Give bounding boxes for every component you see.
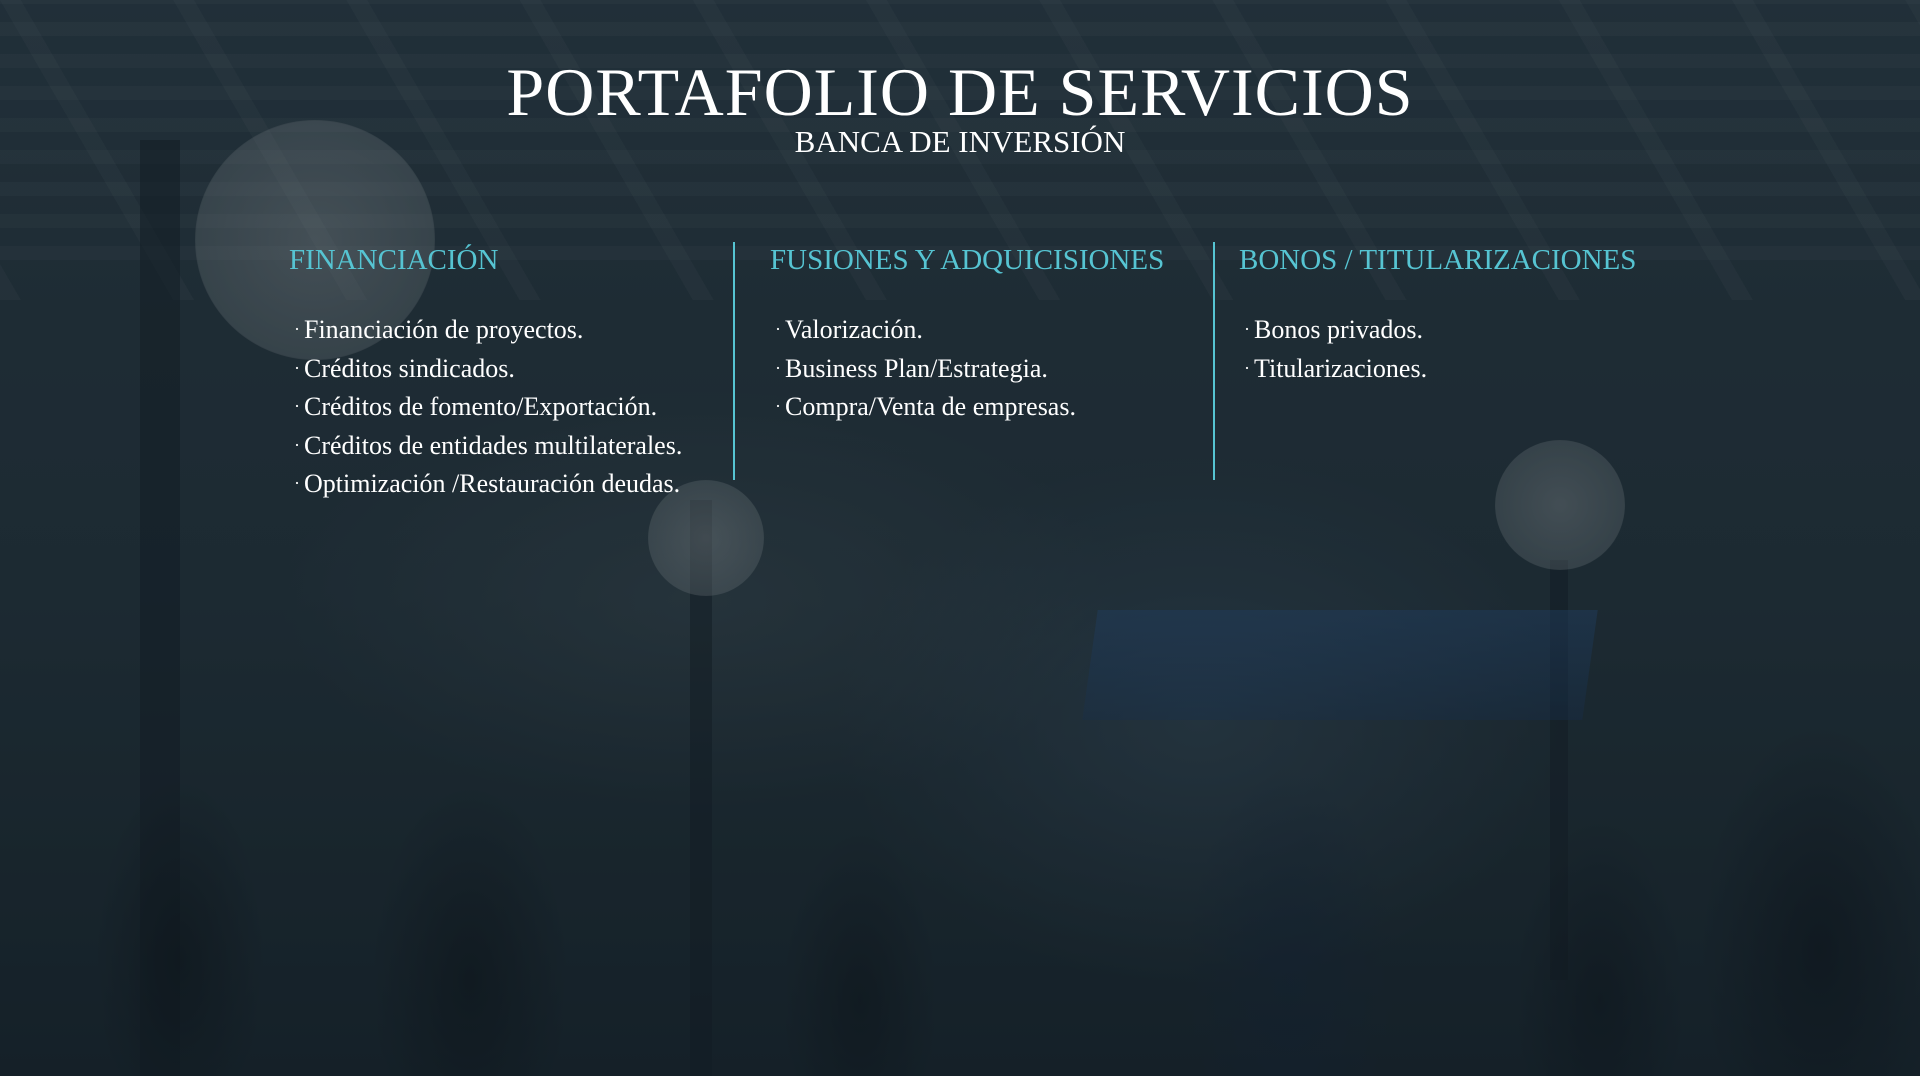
list-item: · Créditos sindicados.: [294, 353, 515, 383]
bullet-icon: ·: [294, 473, 300, 493]
column-divider: [1213, 242, 1215, 480]
list-item: · Financiación de proyectos.: [294, 315, 584, 344]
bullet-icon: ·: [294, 396, 300, 416]
list-financiacion: · Financiación de proyectos. · Créditos si…: [294, 312, 682, 505]
bullet-icon: ·: [294, 319, 300, 339]
bullet-icon: ·: [775, 396, 781, 416]
list-item: · Optimización /Restauración deudas.: [294, 469, 681, 498]
bullet-icon: ·: [1244, 319, 1250, 339]
column-title-financiacion: FINANCIACIÓN: [289, 244, 499, 276]
column-title-fusiones: FUSIONES Y ADQUICISIONES: [770, 244, 1165, 276]
column-divider: [733, 242, 735, 480]
page-subtitle: BANCA DE INVERSIÓN: [794, 124, 1126, 159]
bullet-icon: ·: [1244, 357, 1250, 378]
column-title-bonos: BONOS / TITULARIZACIONES: [1239, 244, 1637, 276]
list-item: · Bonos privados.: [1244, 315, 1423, 344]
list-item: · Compra/Venta de empresas.: [775, 392, 1076, 421]
bullet-icon: ·: [775, 319, 781, 339]
list-item: · Créditos de fomento/Exportación.: [294, 392, 658, 421]
bullet-icon: ·: [294, 357, 300, 378]
page-title: PORTAFOLIO DE SERVICIOS: [506, 54, 1414, 130]
list-bonos: · Bonos privados. · Titularizaciones.: [1244, 312, 1427, 389]
list-item: · Valorización.: [775, 315, 923, 344]
bullet-icon: ·: [294, 434, 300, 455]
list-item: · Titularizaciones.: [1244, 353, 1428, 383]
bullet-icon: ·: [775, 357, 781, 378]
list-fusiones: · Valorización. · Business Plan/Estrategia…: [775, 312, 1076, 428]
list-item: · Business Plan/Estrategia.: [775, 353, 1048, 383]
slide: PORTAFOLIO DE SERVICIOS BANCA DE INVERSI…: [0, 0, 1920, 1076]
list-item: · Créditos de entidades multilaterales.: [294, 430, 683, 460]
